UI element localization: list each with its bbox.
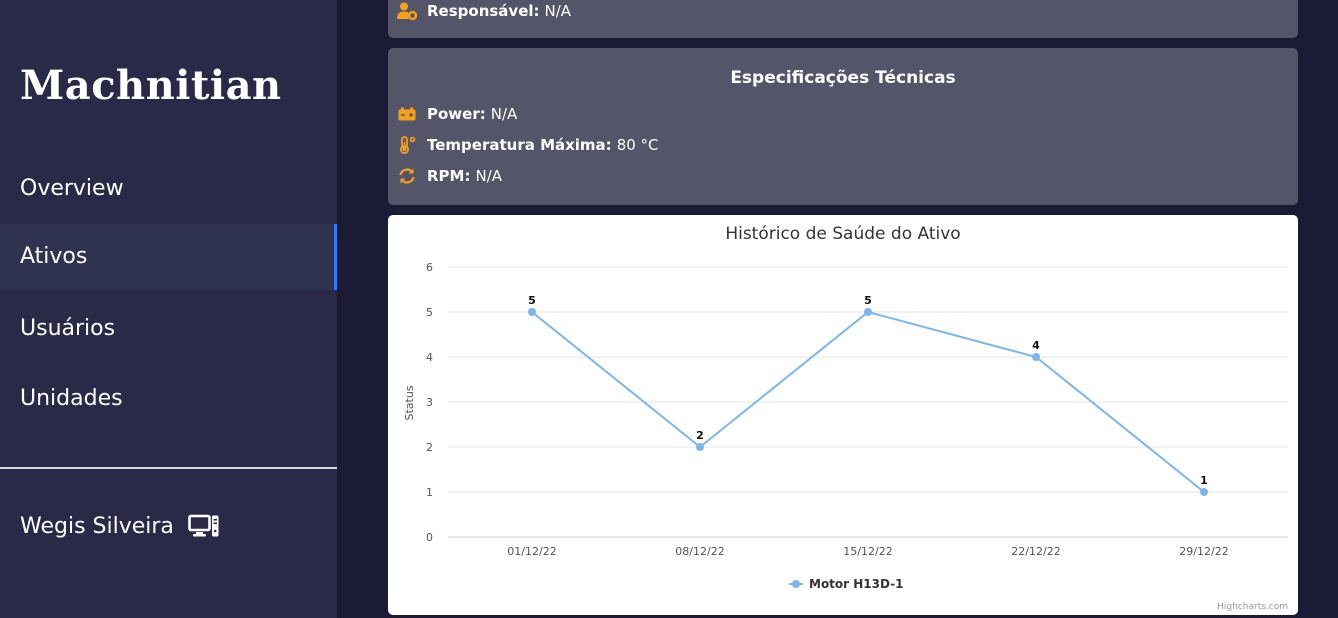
legend-label[interactable]: Motor H13D-1 [809, 577, 904, 591]
data-label: 1 [1200, 474, 1208, 487]
nav-item-overview[interactable]: Overview [0, 156, 337, 222]
y-tick-label: 5 [426, 306, 433, 319]
y-axis-label: Status [403, 385, 416, 420]
user-profile[interactable]: Wegis Silveira [20, 508, 220, 544]
x-tick-label: 22/12/22 [1011, 545, 1060, 558]
chart-title: Histórico de Saúde do Ativo [725, 224, 960, 244]
chart-credits[interactable]: Highcharts.com [1217, 602, 1288, 612]
y-tick-label: 4 [426, 351, 433, 364]
chart-legend[interactable]: Motor H13D-1 [789, 577, 904, 591]
sidebar: Machnitian Overview Ativos Usuários Unid… [0, 0, 337, 618]
temperature-value: 80 °C [616, 136, 659, 154]
power-key: Power: [427, 105, 486, 123]
data-point[interactable] [528, 308, 536, 316]
sidebar-divider [0, 467, 337, 469]
chart-svg: Histórico de Saúde do Ativo Status 0 1 2 3 4… [403, 224, 1288, 612]
y-tick-label: 3 [426, 396, 433, 409]
info-card: Responsável: N/A [388, 0, 1298, 38]
temperature-key: Temperatura Máxima: [427, 136, 612, 154]
responsavel-key: Responsável: [427, 2, 540, 20]
specs-title: Especificações Técnicas [730, 68, 956, 88]
data-point[interactable] [1200, 488, 1208, 496]
rpm-value: N/A [475, 167, 503, 185]
x-tick-label: 29/12/22 [1179, 545, 1228, 558]
y-tick-label: 2 [426, 441, 433, 454]
thermometer-icon [397, 135, 417, 155]
computer-icon [188, 514, 220, 538]
data-label: 2 [696, 429, 704, 442]
x-tick-label: 01/12/22 [507, 545, 556, 558]
rpm-row: RPM: N/A [397, 166, 502, 186]
nav-item-ativos[interactable]: Ativos [0, 224, 337, 290]
responsavel-value: N/A [544, 2, 572, 20]
specs-card: Especificações Técnicas Power: N/A Tempe… [388, 48, 1298, 205]
rpm-key: RPM: [427, 167, 471, 185]
battery-icon [397, 104, 417, 124]
health-history-chart: Histórico de Saúde do Ativo Status 0 1 2 3 4… [388, 215, 1298, 615]
power-row: Power: N/A [397, 104, 517, 124]
data-point[interactable] [864, 308, 872, 316]
data-label: 4 [1032, 339, 1040, 352]
app-logo: Machnitian [20, 62, 282, 109]
x-tick-label: 15/12/22 [843, 545, 892, 558]
nav-item-usuarios[interactable]: Usuários [0, 296, 337, 362]
y-tick-label: 0 [426, 531, 433, 544]
sync-icon [397, 166, 417, 186]
power-value: N/A [490, 105, 518, 123]
data-point[interactable] [1032, 353, 1040, 361]
responsavel-row: Responsável: N/A [397, 1, 571, 21]
y-tick-label: 6 [426, 261, 433, 274]
data-point[interactable] [696, 443, 704, 451]
nav-item-unidades[interactable]: Unidades [0, 366, 337, 432]
temperature-row: Temperatura Máxima: 80 °C [397, 135, 659, 155]
user-gear-icon [397, 1, 417, 21]
x-tick-label: 08/12/22 [675, 545, 724, 558]
legend-marker [792, 580, 800, 588]
user-name: Wegis Silveira [20, 513, 174, 539]
data-label: 5 [528, 294, 536, 307]
y-tick-label: 1 [426, 486, 433, 499]
data-label: 5 [864, 294, 872, 307]
